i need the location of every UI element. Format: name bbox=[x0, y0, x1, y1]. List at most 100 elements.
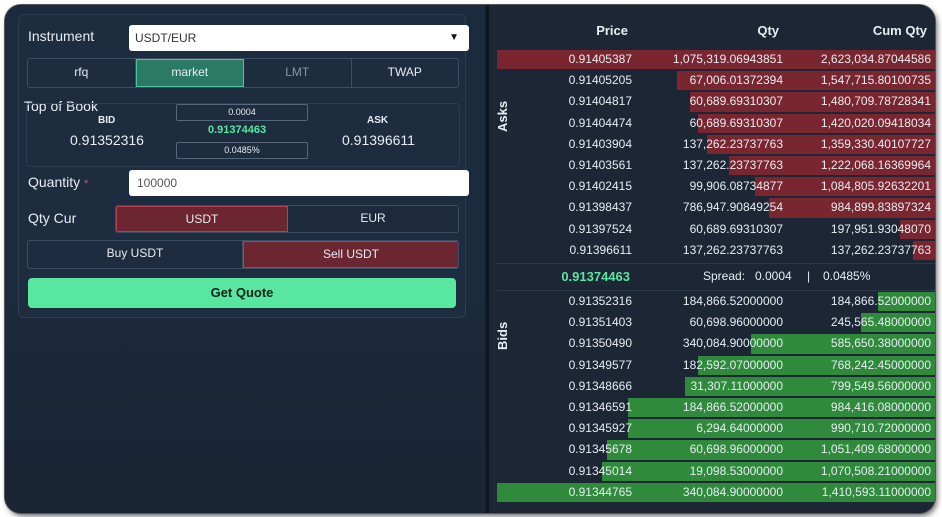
asks-row[interactable]: 0.91396611 137,262.23737763 137,262.237377… bbox=[497, 240, 935, 261]
asks-row[interactable]: 0.91398437 786,947.90849254 984,899.838973… bbox=[497, 197, 935, 218]
bids-price-cell: 0.91348666 bbox=[568, 378, 632, 393]
spread-row: 0.91374463 Spread: 0.0004 | 0.0485% bbox=[497, 263, 935, 291]
bids-qty-cell: 31,307.11000000 bbox=[690, 378, 783, 393]
get-quote-button[interactable]: Get Quote bbox=[28, 278, 456, 308]
spread-abs-box: 0.0004 bbox=[176, 104, 308, 121]
order-type-tabs: rfq market LMT TWAP bbox=[27, 58, 459, 88]
asks-cum-cell: 1,547,715.80100735 bbox=[820, 73, 931, 88]
bids-cum-cell: 768,242.45000000 bbox=[830, 357, 931, 372]
bids-cum-cell: 184,866.52000000 bbox=[830, 294, 931, 308]
top-of-book: BID 0.91352316 0.0004 0.91374463 0.0485%… bbox=[26, 103, 460, 167]
bid-value: 0.91352316 bbox=[70, 132, 144, 148]
asks-qty-cell: 60,689.69310307 bbox=[689, 94, 783, 109]
bids-row[interactable]: 0.91350490 340,084.90000000 585,650.380000… bbox=[497, 333, 935, 354]
instrument-select[interactable]: USDT/EUR ▼ bbox=[129, 25, 469, 51]
sell-usdt-button[interactable]: Sell USDT bbox=[243, 241, 458, 268]
bids-price-cell: 0.91344765 bbox=[568, 484, 632, 499]
order-book: Price Qty Cum Qty Asks Bids 0.91405387 1,… bbox=[489, 5, 935, 513]
instrument-label: Instrument bbox=[28, 28, 95, 44]
buy-usdt-button[interactable]: Buy USDT bbox=[28, 241, 243, 268]
asks-price-cell: 0.91405205 bbox=[568, 73, 632, 88]
bids-row[interactable]: 0.91345927 6,294.64000000 990,710.72000000 bbox=[497, 418, 935, 439]
asks-cum-cell: 1,480,709.78728341 bbox=[820, 94, 931, 109]
asks-qty-cell: 67,006.01372394 bbox=[689, 73, 783, 88]
bids-price-cell: 0.91345927 bbox=[568, 421, 632, 436]
asks-qty-cell: 1,075,319.06943851 bbox=[672, 52, 783, 66]
bids-qty-cell: 340,084.90000000 bbox=[682, 336, 783, 351]
qty-cur-label: Qty Cur bbox=[28, 210, 77, 226]
ask-value: 0.91396611 bbox=[342, 132, 415, 148]
asks-qty-cell: 60,689.69310307 bbox=[689, 221, 783, 236]
asks-row[interactable]: 0.91404474 60,689.69310307 1,420,020.09418… bbox=[497, 113, 935, 134]
bids-row[interactable]: 0.91349577 182,592.07000000 768,242.450000… bbox=[497, 355, 935, 376]
mid-price: 0.91374463 bbox=[561, 269, 630, 284]
app-window: Instrument USDT/EUR ▼ rfq market LMT TWA… bbox=[5, 5, 935, 513]
bids-cum-cell: 1,070,508.21000000 bbox=[820, 463, 931, 478]
asks-qty-cell: 786,947.90849254 bbox=[682, 200, 783, 215]
bids-price-cell: 0.91345014 bbox=[568, 463, 632, 478]
asks-qty-cell: 99,906.08734877 bbox=[689, 179, 783, 194]
tab-lmt[interactable]: LMT bbox=[244, 59, 352, 87]
spread-separator: | bbox=[807, 269, 811, 283]
asks-row[interactable]: 0.91397524 60,689.69310307 197,951.9304807… bbox=[497, 219, 935, 240]
bids-price-cell: 0.91352316 bbox=[568, 294, 632, 308]
tab-twap[interactable]: TWAP bbox=[352, 59, 459, 87]
bids-row[interactable]: 0.91351403 60,698.96000000 245,565.4800000… bbox=[497, 312, 935, 333]
currency-eur-button[interactable]: EUR bbox=[288, 206, 458, 232]
qty-header: Qty bbox=[757, 23, 779, 38]
tab-rfq[interactable]: rfq bbox=[28, 59, 136, 87]
asks-price-cell: 0.91405387 bbox=[568, 52, 632, 66]
bid-label: BID bbox=[98, 115, 116, 126]
bids-row[interactable]: 0.91344765 340,084.90000000 1,410,593.1100… bbox=[497, 482, 935, 503]
spread-pct-box: 0.0485% bbox=[176, 142, 308, 159]
asks-row[interactable]: 0.91402415 99,906.08734877 1,084,805.92632… bbox=[497, 176, 935, 197]
bids-qty-cell: 6,294.64000000 bbox=[696, 421, 783, 436]
spread-label: Spread: bbox=[703, 269, 746, 283]
asks-row[interactable]: 0.91403561 137,262.23737763 1,222,068.1636… bbox=[497, 155, 935, 176]
asks-row[interactable]: 0.91403904 137,262.23737763 1,359,330.4010… bbox=[497, 134, 935, 155]
chevron-down-icon: ▼ bbox=[449, 32, 459, 43]
asks-cum-cell: 1,084,805.92632201 bbox=[820, 179, 931, 194]
bids-price-cell: 0.91350490 bbox=[568, 336, 632, 351]
bids-row[interactable]: 0.91346591 184,866.52000000 984,416.080000… bbox=[497, 397, 935, 418]
price-header: Price bbox=[596, 23, 628, 38]
bids-row[interactable]: 0.91352316 184,866.52000000 184,866.520000… bbox=[497, 291, 935, 312]
asks-row[interactable]: 0.91405205 67,006.01372394 1,547,715.80100… bbox=[497, 70, 935, 91]
asks-cum-cell: 984,899.83897324 bbox=[830, 200, 931, 215]
bids-cum-cell: 990,710.72000000 bbox=[830, 421, 931, 436]
bids-price-cell: 0.91346591 bbox=[568, 399, 632, 414]
bids-qty-cell: 60,698.96000000 bbox=[689, 315, 783, 330]
asks-price-cell: 0.91404817 bbox=[568, 94, 632, 109]
asks-row[interactable]: 0.91405387 1,075,319.06943851 2,623,034.87… bbox=[497, 49, 935, 70]
bids-cum-cell: 984,416.08000000 bbox=[830, 399, 931, 414]
asks-price-cell: 0.91402415 bbox=[568, 179, 632, 194]
spread-pct: 0.0485% bbox=[823, 269, 871, 283]
bids-table: 0.91352316 184,866.52000000 184,866.520000… bbox=[497, 291, 935, 503]
asks-price-cell: 0.91403561 bbox=[568, 157, 632, 172]
bids-row[interactable]: 0.91345014 19,098.53000000 1,070,508.21000… bbox=[497, 461, 935, 482]
spread-value: 0.0004 bbox=[755, 269, 792, 283]
asks-cum-cell: 197,951.93048070 bbox=[830, 221, 931, 236]
asks-cum-cell: 2,623,034.87044586 bbox=[820, 52, 931, 66]
asks-qty-cell: 137,262.23737763 bbox=[682, 242, 783, 257]
currency-usdt-button[interactable]: USDT bbox=[116, 206, 288, 232]
bids-qty-cell: 340,084.90000000 bbox=[682, 484, 783, 499]
asks-cum-cell: 1,222,068.16369964 bbox=[820, 157, 931, 172]
bids-qty-cell: 60,698.96000000 bbox=[689, 442, 783, 457]
bids-qty-cell: 182,592.07000000 bbox=[682, 357, 783, 372]
bids-row[interactable]: 0.91345678 60,698.96000000 1,051,409.68000… bbox=[497, 439, 935, 460]
asks-price-cell: 0.91397524 bbox=[568, 221, 632, 236]
asks-qty-cell: 60,689.69310307 bbox=[689, 115, 783, 130]
asks-price-cell: 0.91404474 bbox=[568, 115, 632, 130]
bids-cum-cell: 1,410,593.11000000 bbox=[821, 484, 931, 499]
asks-price-cell: 0.91403904 bbox=[568, 136, 632, 151]
quantity-label: Quantity * bbox=[28, 174, 89, 190]
asks-price-cell: 0.91398437 bbox=[568, 200, 632, 215]
tab-market[interactable]: market bbox=[135, 59, 244, 87]
quantity-input[interactable]: 100000 bbox=[129, 170, 469, 196]
ask-label: ASK bbox=[367, 115, 389, 126]
asks-price-cell: 0.91396611 bbox=[569, 242, 632, 257]
bids-cum-cell: 1,051,409.68000000 bbox=[820, 442, 931, 457]
bids-row[interactable]: 0.91348666 31,307.11000000 799,549.5600000… bbox=[497, 376, 935, 397]
asks-row[interactable]: 0.91404817 60,689.69310307 1,480,709.78728… bbox=[497, 91, 935, 112]
